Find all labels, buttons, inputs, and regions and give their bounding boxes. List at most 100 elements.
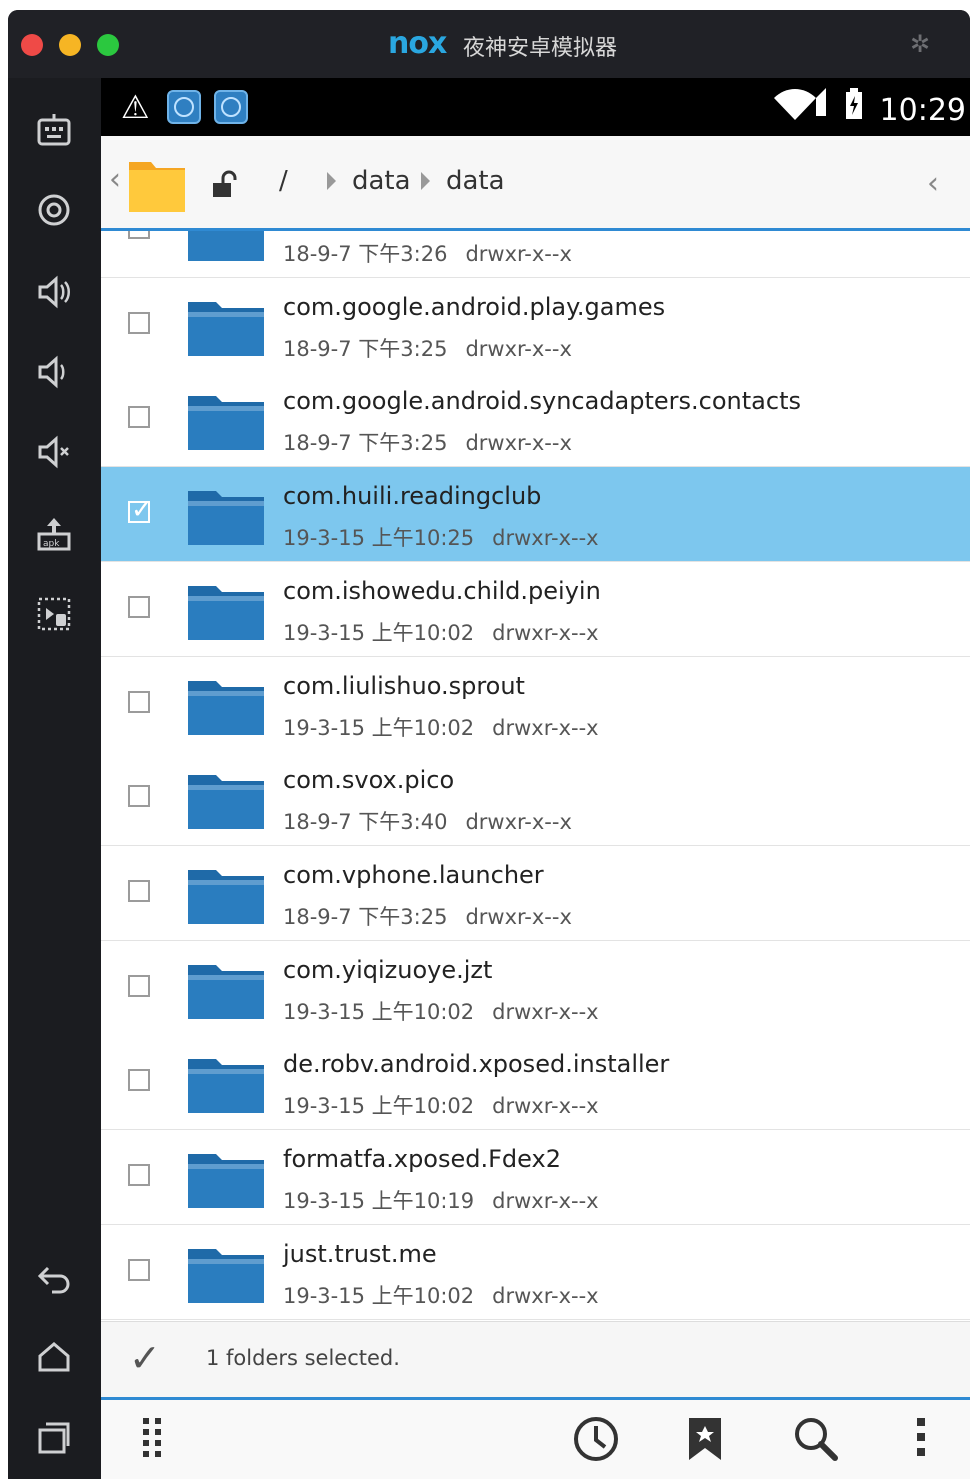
volume-up-icon[interactable] <box>28 272 80 324</box>
wifi-icon <box>772 88 838 128</box>
file-name: com.yiqizuoye.jzt <box>283 955 493 984</box>
more-options-icon[interactable] <box>911 1414 931 1470</box>
file-meta: 19-3-15 上午10:02 drwxr-x--x <box>283 712 599 742</box>
search-icon[interactable] <box>791 1414 841 1474</box>
folder-icon <box>186 1053 266 1115</box>
android-screen: ⚠ 10:29 ‹ / data data ‹ 18-9-7 下午3:26 dr… <box>101 78 970 1479</box>
checkbox[interactable] <box>128 974 150 997</box>
checkbox[interactable] <box>128 311 150 334</box>
volume-down-icon[interactable] <box>28 352 80 404</box>
file-list[interactable]: 18-9-7 下午3:26 drwxr-x--x com.google.androi… <box>101 231 970 1321</box>
check-icon[interactable]: ✓ <box>129 1336 161 1380</box>
file-meta: 19-3-15 上午10:02 drwxr-x--x <box>283 1280 599 1310</box>
file-permissions: drwxr-x--x <box>465 810 572 835</box>
list-item[interactable]: com.google.android.syncadapters.contacts… <box>101 372 970 468</box>
folder-icon <box>186 1148 266 1210</box>
file-meta: 18-9-7 下午3:40 drwxr-x--x <box>283 806 572 836</box>
minimize-window-button[interactable] <box>59 34 81 56</box>
folder-icon <box>186 769 266 831</box>
svg-text:apk: apk <box>43 539 60 549</box>
list-item[interactable]: com.vphone.launcher 18-9-7 下午3:25 drwxr-x-… <box>101 845 970 941</box>
home-icon[interactable] <box>28 1338 80 1390</box>
checkbox[interactable] <box>128 879 150 902</box>
file-meta: 18-9-7 下午3:25 drwxr-x--x <box>283 901 572 931</box>
nox-logo: nox <box>388 26 447 61</box>
checkbox[interactable] <box>128 1258 150 1281</box>
folder-icon <box>186 485 266 547</box>
checkbox[interactable] <box>128 595 150 618</box>
file-permissions: drwxr-x--x <box>465 431 572 456</box>
file-permissions: drwxr-x--x <box>492 1189 599 1213</box>
file-permissions: drwxr-x--x <box>492 999 599 1024</box>
checkbox[interactable] <box>128 1164 150 1186</box>
file-meta: 19-3-15 上午10:02 drwxr-x--x <box>283 996 599 1026</box>
close-window-button[interactable] <box>21 34 43 56</box>
file-date: 19-3-15 上午10:02 <box>283 715 475 740</box>
folder-icon <box>186 390 266 452</box>
status-bar: ⚠ 10:29 <box>101 78 970 136</box>
emulator-window: nox 夜神安卓模拟器 ✲ apk ⚠ 10:29 ‹ / data data … <box>8 10 970 1479</box>
recent-apps-icon[interactable] <box>28 1418 80 1470</box>
chevron-right-icon <box>421 172 430 190</box>
list-item[interactable]: 18-9-7 下午3:26 drwxr-x--x <box>101 231 970 278</box>
list-item[interactable]: just.trust.me 19-3-15 上午10:02 drwxr-x--x <box>101 1224 970 1320</box>
file-permissions: drwxr-x--x <box>492 1094 599 1119</box>
selection-bar: ✓ 1 folders selected. <box>101 1321 970 1398</box>
keyboard-icon[interactable] <box>28 110 80 162</box>
checkbox[interactable] <box>128 785 150 808</box>
breadcrumb-item[interactable]: data <box>352 166 411 196</box>
file-date: 19-3-15 上午10:02 <box>283 620 475 645</box>
drag-handle-icon[interactable] <box>139 1414 169 1470</box>
list-item[interactable]: formatfa.xposed.Fdex2 19-3-15 上午10:19 drwx… <box>101 1130 970 1225</box>
folder-icon <box>186 864 266 926</box>
file-permissions: drwxr-x--x <box>465 904 572 929</box>
status-right: 10:29 <box>766 86 966 128</box>
file-meta: 19-3-15 上午10:19 drwxr-x--x <box>283 1185 599 1215</box>
file-name: just.trust.me <box>283 1239 437 1268</box>
bookmark-icon[interactable] <box>685 1414 725 1474</box>
file-date: 19-3-15 上午10:19 <box>283 1189 475 1213</box>
folder-icon[interactable] <box>127 150 187 216</box>
checkbox[interactable] <box>128 406 150 429</box>
history-clock-icon[interactable] <box>571 1414 621 1474</box>
unlock-icon[interactable] <box>209 170 239 207</box>
file-name: com.google.android.play.games <box>283 292 666 321</box>
location-icon[interactable] <box>28 190 80 242</box>
file-permissions: drwxr-x--x <box>492 715 599 740</box>
checkbox[interactable] <box>128 690 150 713</box>
path-root[interactable]: / <box>279 166 288 196</box>
file-date: 19-3-15 上午10:02 <box>283 999 475 1024</box>
list-item[interactable]: de.robv.android.xposed.installer 19-3-15 … <box>101 1035 970 1131</box>
path-bar: ‹ / data data ‹ <box>101 136 970 277</box>
checkbox[interactable] <box>128 231 150 239</box>
file-meta: 18-9-7 下午3:26 drwxr-x--x <box>283 238 572 268</box>
folder-icon <box>186 1243 266 1305</box>
list-item[interactable]: com.yiqizuoye.jzt 19-3-15 上午10:02 drwxr-x-… <box>101 940 970 1036</box>
list-item[interactable]: com.liulishuo.sprout 19-3-15 上午10:02 drwxr… <box>101 656 970 752</box>
mute-icon[interactable] <box>28 432 80 484</box>
folder-icon <box>186 231 266 263</box>
maximize-window-button[interactable] <box>97 34 119 56</box>
file-date: 18-9-7 下午3:40 <box>283 810 448 835</box>
file-meta: 18-9-7 下午3:25 drwxr-x--x <box>283 427 572 457</box>
screen-record-icon[interactable] <box>28 594 80 646</box>
checkbox[interactable] <box>128 1069 150 1092</box>
chevron-left-icon[interactable]: ‹ <box>109 162 121 197</box>
file-name: formatfa.xposed.Fdex2 <box>283 1145 561 1173</box>
file-name: com.google.android.syncadapters.contacts <box>283 387 801 416</box>
list-item[interactable]: com.google.android.play.games 18-9-7 下午3:… <box>101 277 970 373</box>
list-item[interactable]: ✓ com.huili.readingclub 19-3-15 上午10:25 drw… <box>101 467 970 563</box>
file-name: com.huili.readingclub <box>283 482 542 511</box>
settings-gear-icon[interactable]: ✲ <box>910 30 930 58</box>
chevron-left-icon[interactable]: ‹ <box>927 166 939 201</box>
list-item[interactable]: com.svox.pico 18-9-7 下午3:40 drwxr-x--x <box>101 751 970 847</box>
breadcrumb-item[interactable]: data <box>446 166 505 196</box>
install-apk-icon[interactable]: apk <box>28 514 80 566</box>
list-item[interactable]: com.ishowedu.child.peiyin 19-3-15 上午10:02… <box>101 561 970 657</box>
file-meta: 19-3-15 上午10:25 drwxr-x--x <box>283 522 599 552</box>
back-icon[interactable] <box>28 1258 80 1310</box>
checkmark-icon: ✓ <box>131 495 153 526</box>
folder-icon <box>186 675 266 737</box>
file-name: com.ishowedu.child.peiyin <box>283 576 601 605</box>
bottom-toolbar <box>101 1400 970 1479</box>
